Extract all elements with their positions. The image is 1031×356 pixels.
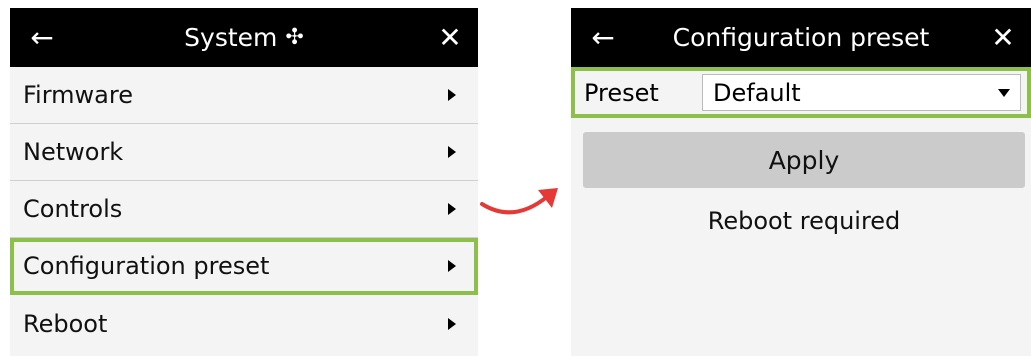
chevron-right-icon [448,203,456,215]
menu-item-label: Network [23,138,124,166]
navigation-arrow-icon [480,188,558,215]
page-title: Configuration preset [672,23,930,52]
menu-item-reboot[interactable]: Reboot [10,295,478,352]
system-menu-screen: ← System ✣ ✕ Firmware Network Controls C… [10,8,478,356]
status-text: Reboot required [707,207,901,235]
menu-item-configuration-preset[interactable]: Configuration preset [10,238,478,295]
menu-item-label: Controls [23,195,123,223]
close-icon[interactable]: ✕ [430,8,470,67]
chevron-right-icon [448,260,456,272]
system-titlebar: ← System ✣ ✕ [10,8,478,67]
menu-item-label: Firmware [23,81,133,109]
configuration-preset-screen: ← Configuration preset ✕ Preset Default … [571,8,1031,356]
preset-label: Preset [584,78,659,107]
menu-item-label: Configuration preset [23,252,270,280]
chevron-right-icon [448,317,456,330]
preset-row: Preset Default [571,67,1031,118]
menu-item-firmware[interactable]: Firmware [10,67,478,124]
preset-dropdown[interactable]: Default [702,74,1021,111]
back-arrow-icon[interactable]: ← [22,8,62,67]
menu-item-label: Reboot [23,309,108,338]
chevron-right-icon [448,89,456,101]
close-icon[interactable]: ✕ [983,8,1023,67]
chevron-right-icon [448,146,456,158]
back-arrow-icon[interactable]: ← [583,8,623,67]
preset-dropdown-value: Default [713,78,801,107]
move-icon: ✣ [285,25,304,50]
preset-titlebar: ← Configuration preset ✕ [571,8,1031,67]
page-title-text: System [184,23,278,52]
chevron-down-icon [998,88,1010,97]
menu-item-controls[interactable]: Controls [10,181,478,238]
system-menu-list: Firmware Network Controls Configuration … [10,67,478,352]
menu-item-network[interactable]: Network [10,124,478,181]
page-title: System ✣ [70,8,418,67]
apply-button[interactable]: Apply [583,132,1025,188]
